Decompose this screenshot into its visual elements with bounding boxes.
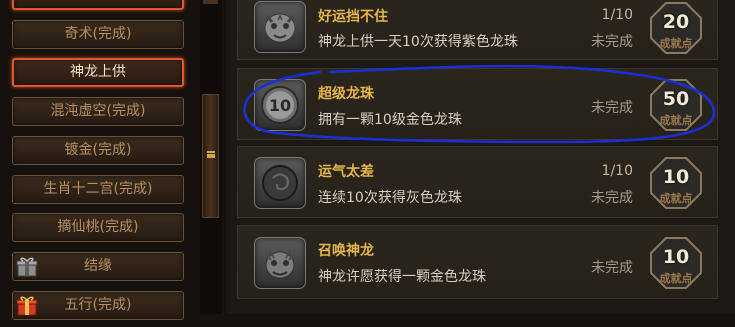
achievement-desc: 神龙许愿获得一颗金色龙珠 xyxy=(318,269,486,285)
scrollbar-cap xyxy=(203,0,218,4)
points-value: 10 xyxy=(662,246,690,268)
sidebar-item-dujin[interactable]: 镀金(完成) xyxy=(12,136,184,165)
achievement-title: 运气太差 xyxy=(318,164,374,180)
scrollbar-thumb[interactable] xyxy=(202,94,219,218)
achievement-progress: 1/10 xyxy=(601,163,633,179)
achievement-title: 超级龙珠 xyxy=(318,86,374,102)
sidebar-item-qishu[interactable]: 奇术(完成) xyxy=(12,20,184,49)
points-value: 20 xyxy=(662,11,690,33)
level-10-orb-icon: 10 xyxy=(254,79,306,131)
dragon-head-icon xyxy=(254,237,306,289)
achievement-row[interactable]: 运气太差 连续10次获得灰色龙珠 1/10 未完成 10 成就点 xyxy=(237,146,718,218)
achievement-points-badge: 50 成就点 xyxy=(649,78,703,132)
gray-orb-icon xyxy=(254,157,306,209)
achievement-status: 未完成 xyxy=(591,100,633,116)
sidebar: 奇术(完成) 神龙上供 混沌虚空(完成) 镀金(完成) 生肖十二宫(完成) 摘仙… xyxy=(0,0,200,320)
achievement-title: 好运挡不住 xyxy=(318,9,388,25)
achievement-desc: 拥有一颗10级金色龙珠 xyxy=(318,112,462,128)
achievement-status: 未完成 xyxy=(591,190,633,206)
achievement-desc: 连续10次获得灰色龙珠 xyxy=(318,190,462,206)
sidebar-item-label: 镀金(完成) xyxy=(64,142,132,158)
sidebar-item-top-clipped[interactable] xyxy=(12,0,184,10)
sidebar-item-label: 神龙上供 xyxy=(70,64,126,80)
tiger-head-icon xyxy=(254,1,306,53)
orb-level-text: 10 xyxy=(269,96,291,115)
points-label: 成就点 xyxy=(659,37,693,50)
sidebar-item-label: 混沌虚空(完成) xyxy=(50,103,146,119)
points-label: 成就点 xyxy=(659,192,693,205)
achievement-points-badge: 20 成就点 xyxy=(649,1,703,55)
achievement-points-badge: 10 成就点 xyxy=(649,236,703,290)
achievement-row[interactable]: 召唤神龙 神龙许愿获得一颗金色龙珠 未完成 10 成就点 xyxy=(237,225,718,299)
achievement-points-badge: 10 成就点 xyxy=(649,156,703,210)
points-value: 10 xyxy=(662,166,690,188)
sidebar-item-label: 摘仙桃(完成) xyxy=(57,219,139,235)
gift-box-gray-icon xyxy=(16,256,38,278)
achievement-status: 未完成 xyxy=(591,260,633,276)
points-label: 成就点 xyxy=(659,114,693,127)
sidebar-item-zhaixiantao[interactable]: 摘仙桃(完成) xyxy=(12,213,184,242)
sidebar-item-shenlong[interactable]: 神龙上供 xyxy=(12,58,184,87)
achievement-row[interactable]: 好运挡不住 神龙上供一天10次获得紫色龙珠 1/10 未完成 20 成就点 xyxy=(237,0,718,60)
sidebar-item-hundun[interactable]: 混沌虚空(完成) xyxy=(12,97,184,126)
achievement-desc: 神龙上供一天10次获得紫色龙珠 xyxy=(318,34,518,50)
sidebar-item-shengxiao[interactable]: 生肖十二宫(完成) xyxy=(12,175,184,204)
achievement-title: 召唤神龙 xyxy=(318,243,374,259)
sidebar-item-wuxing[interactable]: 五行(完成) xyxy=(12,291,184,320)
sidebar-item-label: 生肖十二宫(完成) xyxy=(43,181,153,197)
points-value: 50 xyxy=(662,88,690,110)
achievement-progress: 1/10 xyxy=(601,7,633,23)
sidebar-item-label: 奇术(完成) xyxy=(64,26,132,42)
sidebar-item-label: 结缘 xyxy=(84,258,112,274)
sidebar-item-label: 五行(完成) xyxy=(64,297,132,313)
sidebar-item-jieyuan[interactable]: 结缘 xyxy=(12,252,184,281)
grip-icon xyxy=(207,151,215,158)
achievement-status: 未完成 xyxy=(591,34,633,50)
points-label: 成就点 xyxy=(659,272,693,285)
achievement-row[interactable]: 10 超级龙珠 拥有一颗10级金色龙珠 未完成 50 成就点 xyxy=(237,68,718,140)
